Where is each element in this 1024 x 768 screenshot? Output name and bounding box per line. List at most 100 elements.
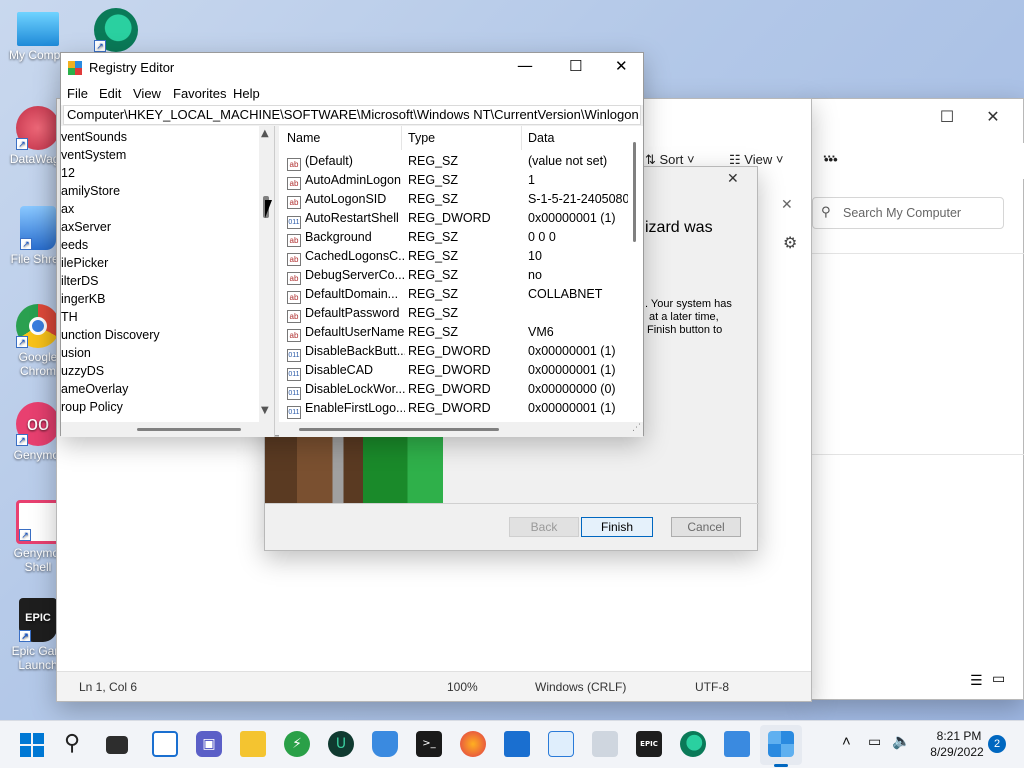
values-hscroll-thumb[interactable] — [299, 428, 499, 431]
tree-key-item[interactable]: TH — [61, 308, 78, 326]
value-type: REG_SZ — [408, 192, 459, 206]
settings-icon[interactable]: ⚙ — [783, 233, 797, 252]
menu-file[interactable]: File — [67, 86, 88, 101]
details-view-icon[interactable]: ☰ — [970, 673, 983, 689]
tree-key-item[interactable]: eeds — [61, 236, 88, 254]
tree-key-item[interactable]: amilyStore — [61, 182, 120, 200]
firefox-icon[interactable] — [460, 731, 486, 757]
edge-canary-icon[interactable] — [680, 731, 706, 757]
menu-edit[interactable]: Edit — [99, 86, 121, 101]
network-icon[interactable]: ▭ — [868, 733, 881, 750]
tree-key-item[interactable]: usion — [61, 344, 91, 362]
column-header-type[interactable]: Type — [402, 126, 522, 150]
menu-view[interactable]: View — [133, 86, 161, 101]
back-button[interactable]: Back — [509, 517, 579, 537]
tree-key-item[interactable]: ingerKB — [61, 290, 105, 308]
tree-key-item[interactable]: ventSounds — [61, 128, 127, 146]
minimize-button[interactable]: — — [517, 56, 533, 75]
registry-value-row[interactable]: 011 DisableLockWor... REG_DWORD 0x00000000 … — [279, 380, 627, 400]
column-header-data[interactable]: Data — [522, 126, 628, 150]
values-scroll-thumb[interactable] — [633, 142, 636, 242]
registry-value-row[interactable]: ab CachedLogonsC... REG_SZ 10 — [279, 247, 627, 266]
search-input[interactable]: Search My Computer — [843, 206, 961, 220]
store-icon[interactable] — [504, 731, 530, 757]
window-title: Registry Editor — [89, 60, 175, 75]
remote-desktop-icon[interactable] — [724, 731, 750, 757]
registry-value-row[interactable]: 011 EnableFirstLogo... REG_DWORD 0x00000001… — [279, 399, 627, 419]
tree-key-item[interactable]: axServer — [61, 218, 111, 236]
file-explorer-window[interactable]: ☐ ✕ ☰ ••• ⚲ Search My Computer ☰ ▭ — [726, 98, 1024, 700]
tree-key-item[interactable]: unction Discovery — [61, 326, 160, 344]
line-ending: Windows (CRLF) — [535, 680, 627, 694]
registry-value-row[interactable]: ab DefaultPassword REG_SZ — [279, 304, 627, 323]
registry-value-row[interactable]: ab (Default) REG_SZ (value not set) — [279, 152, 627, 171]
scroll-up-arrow[interactable]: ▲ — [261, 128, 269, 139]
registry-value-row[interactable]: ab DefaultUserName REG_SZ VM6 — [279, 323, 627, 342]
search-box[interactable]: ⚲ Search My Computer — [812, 197, 1004, 229]
cloud-app-icon[interactable] — [592, 731, 618, 757]
tree-key-item[interactable]: uzzyDS — [61, 362, 104, 380]
volume-icon[interactable]: 🔈 — [892, 732, 911, 750]
tree-key-item[interactable]: 12 — [61, 164, 75, 182]
more-options-button[interactable]: ··· — [823, 149, 836, 164]
widgets-icon[interactable] — [152, 731, 178, 757]
lightning-app-icon[interactable]: ⚡ — [284, 731, 310, 757]
column-header-name[interactable]: Name — [281, 126, 402, 150]
menu-help[interactable]: Help — [233, 86, 260, 101]
menu-favorites[interactable]: Favorites — [173, 86, 226, 101]
registry-value-row[interactable]: 011 DisableCAD REG_DWORD 0x00000001 (1) — [279, 361, 627, 381]
inner-close-icon[interactable]: ✕ — [781, 197, 793, 213]
clock-date[interactable]: 8/29/2022 — [922, 745, 992, 759]
terminal-icon[interactable]: >_ — [416, 731, 442, 757]
registry-editor-window[interactable]: Registry Editor — ☐ ✕ File Edit View Fav… — [60, 52, 644, 437]
value-name: 011 EnableFirstLogo... — [287, 399, 405, 419]
values-horizontal-scrollbar[interactable]: ⋰ — [279, 422, 643, 437]
address-bar[interactable]: Computer\HKEY_LOCAL_MACHINE\SOFTWARE\Mic… — [63, 105, 641, 125]
registry-editor-icon[interactable] — [768, 731, 794, 757]
show-hidden-icons-chevron[interactable]: ˄ — [842, 733, 851, 750]
resize-grip-icon[interactable]: ⋰ — [632, 423, 641, 433]
teams-chat-icon[interactable]: ▣ — [196, 731, 222, 757]
registry-value-row[interactable]: ab AutoAdminLogon REG_SZ 1 — [279, 171, 627, 190]
search-icon[interactable]: ⚲ — [64, 731, 80, 756]
tree-key-item[interactable]: ameOverlay — [61, 380, 128, 398]
registry-value-row[interactable]: ab AutoLogonSID REG_SZ S-1-5-21-24050806 — [279, 190, 628, 209]
file-shredder-icon[interactable] — [372, 731, 398, 757]
string-value-icon: ab — [287, 291, 301, 304]
ucbrowser-icon[interactable]: U — [328, 731, 354, 757]
tree-key-item[interactable]: ilePicker — [61, 254, 108, 272]
notepad-icon[interactable] — [548, 731, 574, 757]
restore-button[interactable]: ☐ — [924, 101, 970, 133]
title-bar[interactable]: Registry Editor — ☐ ✕ — [61, 53, 643, 83]
registry-value-row[interactable]: ab DebugServerCo... REG_SZ no — [279, 266, 627, 285]
tree-key-item[interactable]: ilterDS — [61, 272, 99, 290]
cancel-button[interactable]: Cancel — [671, 517, 741, 537]
registry-value-row[interactable]: 011 DisableBackButt... REG_DWORD 0x00000001… — [279, 342, 627, 362]
registry-value-row[interactable]: ab DefaultDomain... REG_SZ COLLABNET — [279, 285, 627, 304]
registry-value-row[interactable]: ab Background REG_SZ 0 0 0 — [279, 228, 627, 247]
values-vertical-scrollbar[interactable] — [628, 126, 643, 422]
tree-horizontal-scrollbar[interactable] — [61, 422, 274, 437]
close-icon[interactable]: ✕ — [727, 171, 739, 187]
close-button[interactable]: ✕ — [615, 57, 628, 75]
close-button[interactable]: ✕ — [970, 101, 1016, 133]
tree-key-item[interactable]: ax — [61, 200, 74, 218]
clock-time[interactable]: 8:21 PM — [928, 729, 990, 743]
tree-key-item[interactable]: ventSystem — [61, 146, 126, 164]
start-button[interactable] — [20, 733, 44, 757]
scroll-down-arrow[interactable]: ▼ — [261, 405, 269, 416]
values-list-pane[interactable]: Name Type Data ab (Default) REG_SZ (value n… — [279, 126, 643, 437]
registry-value-row[interactable]: 011 AutoRestartShell REG_DWORD 0x00000001 (… — [279, 209, 627, 229]
maximize-button[interactable]: ☐ — [569, 57, 582, 75]
tree-vertical-scrollbar[interactable]: ▲ ▼ — [259, 126, 274, 422]
epic-games-icon[interactable]: EPIC — [636, 731, 662, 757]
tree-key-item[interactable]: roup Policy — [61, 398, 123, 416]
task-view-icon[interactable] — [106, 736, 128, 754]
tiles-view-icon[interactable]: ▭ — [992, 671, 1005, 687]
finish-button[interactable]: Finish — [581, 517, 653, 537]
desktop-icon-edge-canary[interactable]: ↗ — [78, 8, 154, 54]
tree-hscroll-thumb[interactable] — [137, 428, 241, 431]
notification-badge[interactable]: 2 — [988, 735, 1006, 753]
key-tree-pane[interactable]: ventSounds ventSystem 12 amilyStore ax axServ… — [61, 126, 275, 437]
file-explorer-icon[interactable] — [240, 731, 266, 757]
